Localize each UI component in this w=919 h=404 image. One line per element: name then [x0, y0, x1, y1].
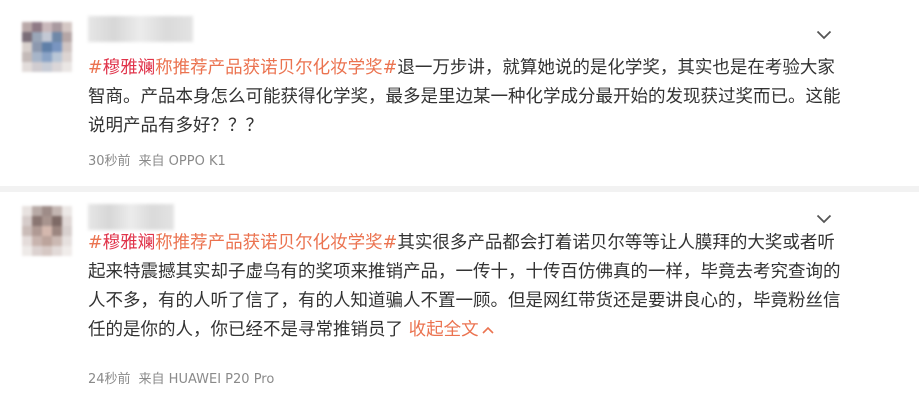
hashtag-rest[interactable]: 称推荐产品获诺贝尔化妆学奖#	[155, 58, 397, 78]
collapse-label[interactable]: 收起全文	[409, 320, 479, 340]
avatar-pixel	[42, 42, 52, 52]
comment-time: 24秒前	[88, 372, 131, 387]
avatar-pixel	[42, 52, 52, 62]
avatar-pixel	[52, 206, 62, 216]
comment-text: #穆雅斓称推荐产品获诺贝尔化妆学奖#退一万步讲，就算她说的是化学奖，其实也是在考…	[88, 54, 848, 141]
hashtag-highlight[interactable]: 穆雅斓	[103, 233, 156, 253]
avatar-pixel	[22, 206, 32, 216]
avatar-pixel	[22, 32, 32, 42]
comment-meta: 30秒前 来自 OPPO K1	[88, 150, 226, 169]
hashtag-highlight[interactable]: 穆雅斓	[103, 58, 156, 78]
avatar-pixel	[22, 246, 32, 256]
avatar-pixel	[42, 216, 52, 226]
avatar-pixel	[62, 42, 72, 52]
comment-meta: 24秒前 来自 HUAWEI P20 Pro	[88, 368, 274, 387]
chevron-down-icon[interactable]	[815, 210, 833, 228]
comment-source: 来自 HUAWEI P20 Pro	[138, 372, 275, 387]
avatar-pixel	[52, 226, 62, 236]
avatar-pixel	[52, 52, 62, 62]
avatar-pixel	[42, 62, 52, 72]
avatar-pixel	[32, 206, 42, 216]
avatar-pixel	[32, 32, 42, 42]
avatar-pixel	[42, 236, 52, 246]
chevron-down-icon[interactable]	[815, 26, 833, 44]
avatar-pixel	[62, 52, 72, 62]
avatar-pixel	[32, 216, 42, 226]
avatar-pixel	[32, 22, 42, 32]
avatar-pixel	[22, 22, 32, 32]
avatar-pixel	[32, 236, 42, 246]
avatar-pixel	[52, 32, 62, 42]
avatar-pixel	[32, 246, 42, 256]
comment-time: 30秒前	[88, 154, 131, 169]
chevron-up-icon[interactable]	[482, 326, 494, 334]
avatar-pixel	[52, 216, 62, 226]
avatar-pixel	[62, 206, 72, 216]
avatar-pixel	[22, 236, 32, 246]
topic-hashtag[interactable]: #穆雅斓称推荐产品获诺贝尔化妆学奖#	[88, 233, 397, 253]
avatar-pixel	[42, 246, 52, 256]
avatar-pixel	[52, 246, 62, 256]
avatar-pixel	[42, 206, 52, 216]
avatar-pixel	[22, 62, 32, 72]
avatar-pixel	[22, 42, 32, 52]
avatar-pixel	[32, 42, 42, 52]
collapse-full-text-link[interactable]: 收起全文	[409, 320, 494, 340]
avatar-pixel	[62, 246, 72, 256]
avatar-pixel	[42, 22, 52, 32]
avatar-pixel	[62, 216, 72, 226]
avatar-pixel	[22, 216, 32, 226]
avatar-pixel	[32, 226, 42, 236]
avatar-pixel	[52, 62, 62, 72]
avatar-pixel	[62, 226, 72, 236]
avatar[interactable]	[22, 22, 72, 72]
avatar-pixel	[32, 62, 42, 72]
hashtag-rest[interactable]: 称推荐产品获诺贝尔化妆学奖#	[155, 233, 397, 253]
comment-text: #穆雅斓称推荐产品获诺贝尔化妆学奖#其实很多产品都会打着诺贝尔等等让人膜拜的大奖…	[88, 229, 848, 345]
username-blurred[interactable]	[88, 204, 174, 230]
avatar-pixel	[32, 52, 42, 62]
avatar-pixel	[22, 52, 32, 62]
avatar-pixel	[62, 32, 72, 42]
topic-hashtag[interactable]: #穆雅斓称推荐产品获诺贝尔化妆学奖#	[88, 58, 397, 78]
avatar-pixel	[42, 226, 52, 236]
avatar-pixel	[62, 22, 72, 32]
avatar-pixel	[52, 42, 62, 52]
avatar-pixel	[22, 226, 32, 236]
avatar[interactable]	[22, 206, 72, 256]
avatar-pixel	[62, 236, 72, 246]
avatar-pixel	[42, 32, 52, 42]
username-blurred[interactable]	[88, 16, 193, 42]
comment-item: #穆雅斓称推荐产品获诺贝尔化妆学奖#其实很多产品都会打着诺贝尔等等让人膜拜的大奖…	[0, 192, 919, 404]
comment-item: #穆雅斓称推荐产品获诺贝尔化妆学奖#退一万步讲，就算她说的是化学奖，其实也是在考…	[0, 0, 919, 186]
avatar-pixel	[52, 236, 62, 246]
comment-source: 来自 OPPO K1	[138, 154, 226, 169]
avatar-pixel	[52, 22, 62, 32]
avatar-pixel	[62, 62, 72, 72]
